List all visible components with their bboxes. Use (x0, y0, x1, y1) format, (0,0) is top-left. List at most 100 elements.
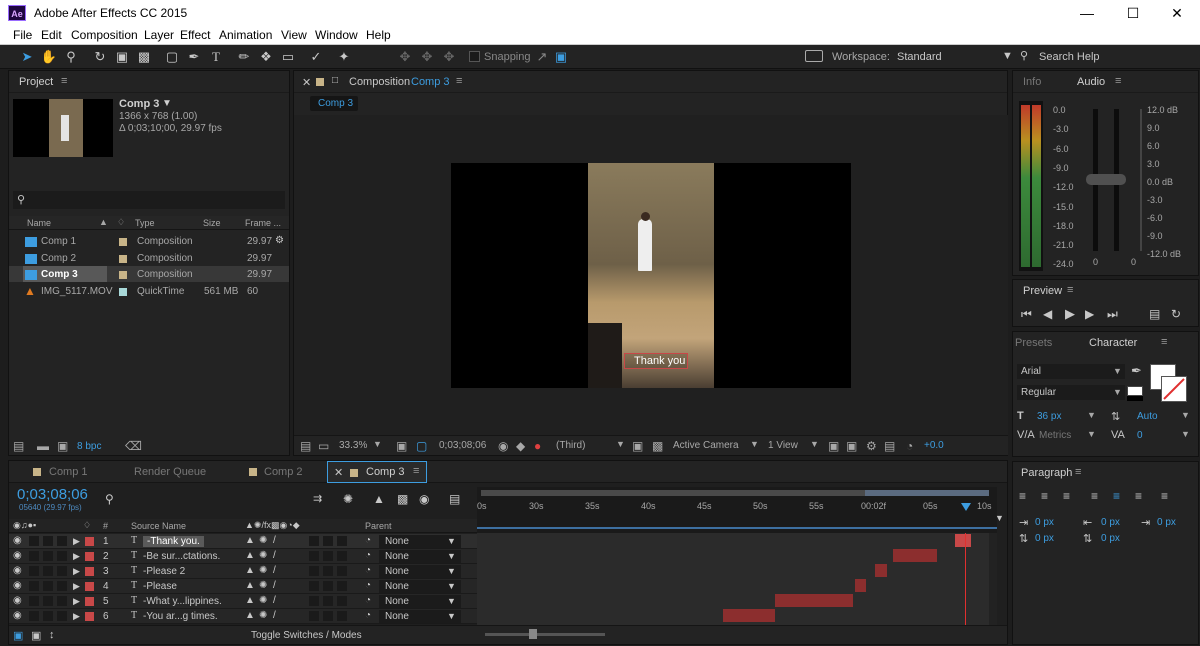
font-family-dropdown[interactable]: Arial ▼ (1017, 364, 1125, 379)
parent-dropdown[interactable]: None ▼ (379, 550, 461, 563)
volume-slider-handle[interactable] (1086, 174, 1126, 185)
menu-effect[interactable]: Effect (180, 28, 210, 42)
pan-behind-tool-icon[interactable]: ▩ (135, 48, 153, 66)
collapse-switch-icon[interactable]: ✺ (259, 550, 267, 561)
solo-toggle[interactable] (43, 551, 53, 561)
lock-toggle[interactable] (57, 551, 67, 561)
audio-toggle[interactable] (29, 611, 39, 621)
zoom-level[interactable]: 33.3% (339, 440, 367, 451)
leading-dropdown-icon[interactable]: ▼ (1181, 410, 1190, 420)
visibility-eye-icon[interactable]: ◉ (13, 610, 22, 621)
layer-label-color[interactable] (85, 582, 94, 591)
workspace-dropdown-icon[interactable]: ▼ (1002, 50, 1013, 62)
pickwhip-icon[interactable]: ◔ (365, 535, 371, 546)
lock-toggle[interactable] (57, 611, 67, 621)
parent-dropdown[interactable]: None ▼ (379, 565, 461, 578)
menu-edit[interactable]: Edit (41, 28, 62, 42)
rotate-tool-icon[interactable]: ↻ (91, 48, 109, 66)
flowchart-icon[interactable]: ⚙ (275, 235, 284, 246)
align-center-icon[interactable]: ≡ (1041, 489, 1048, 503)
region-icon[interactable]: ▭ (318, 439, 329, 453)
layer-name[interactable]: -What y...lippines. (143, 596, 222, 607)
parent-dropdown[interactable]: None ▼ (379, 535, 461, 548)
zoom-slider-track[interactable] (485, 633, 605, 636)
kerning-value[interactable]: Metrics (1039, 430, 1071, 441)
indent-left-value[interactable]: 0 px (1035, 517, 1054, 528)
switch-box[interactable] (309, 551, 319, 561)
collapse-switch-icon[interactable]: ✺ (259, 580, 267, 591)
roto-brush-tool-icon[interactable]: ✓ (307, 48, 325, 66)
switch-box[interactable] (309, 611, 319, 621)
snap-features-icon[interactable]: ▣ (552, 48, 570, 66)
layer-duration-bar[interactable] (723, 609, 775, 622)
parent-dropdown[interactable]: None ▼ (379, 595, 461, 608)
layer-name[interactable]: -Please 2 (143, 566, 185, 577)
show-snapshot-icon[interactable]: ◆ (516, 439, 525, 453)
eraser-tool-icon[interactable]: ▭ (279, 48, 297, 66)
quality-switch-icon[interactable]: / (273, 580, 276, 591)
camera-dropdown-icon[interactable]: ▼ (750, 439, 759, 449)
audio-toggle[interactable] (29, 551, 39, 561)
shy-switch-icon[interactable]: ▲ (245, 535, 255, 546)
tab-comp-2[interactable]: Comp 2 (264, 466, 303, 478)
loop-icon[interactable]: ↻ (1171, 307, 1181, 321)
timeline-menu-icon[interactable]: ≡ (413, 465, 419, 477)
lock-icon[interactable]: □ (332, 75, 338, 86)
workspace-icon[interactable] (805, 50, 823, 62)
project-item[interactable]: ▲ IMG_5117.MOV QuickTime 561 MB 60 (9, 283, 289, 299)
view-axis-icon[interactable]: ✥ (440, 48, 458, 66)
white-swatch[interactable] (1127, 386, 1143, 396)
parent-dropdown[interactable]: None ▼ (379, 610, 461, 623)
new-comp-icon[interactable]: ▣ (57, 439, 68, 453)
layer-duration-bar[interactable] (893, 549, 937, 562)
justify-last-center-icon[interactable]: ≡ (1113, 489, 1120, 503)
audio-toggle[interactable] (29, 581, 39, 591)
composition-menu-icon[interactable]: ≡ (456, 75, 462, 87)
col-size[interactable]: Size (203, 218, 221, 228)
switch-box[interactable] (323, 611, 333, 621)
expand-layer-icon[interactable]: ▶ (73, 581, 80, 592)
justify-last-left-icon[interactable]: ≡ (1091, 489, 1098, 503)
zoom-tool-icon[interactable]: ⚲ (62, 48, 80, 66)
layer-label-color[interactable] (85, 537, 94, 546)
collapse-switch-icon[interactable]: ✺ (259, 565, 267, 576)
trash-icon[interactable]: ⌫ (125, 439, 142, 453)
kerning-dropdown-icon[interactable]: ▼ (1087, 429, 1096, 439)
solo-toggle[interactable] (43, 596, 53, 606)
type-tool-icon[interactable]: T (207, 48, 225, 66)
zoom-slider-handle[interactable] (529, 629, 537, 639)
info-tab[interactable]: Info (1023, 76, 1041, 88)
layer-row[interactable]: ◉ ▶ 2 T -Be sur...ctations. ▲ ✺ / ◔ None ▼ (9, 549, 477, 564)
quality-switch-icon[interactable]: / (273, 535, 276, 546)
search-help-input[interactable]: Search Help (1039, 51, 1100, 63)
comp-viewer[interactable]: Thank you (294, 115, 1008, 435)
layer-label-color[interactable] (85, 552, 94, 561)
pickwhip-icon[interactable]: ◔ (365, 595, 371, 606)
menu-animation[interactable]: Animation (219, 28, 272, 42)
puppet-tool-icon[interactable]: ✦ (335, 48, 353, 66)
view-layout-dropdown[interactable]: 1 View (768, 440, 798, 451)
expand-layer-switches-icon[interactable]: ▣ (13, 629, 23, 642)
character-menu-icon[interactable]: ≡ (1161, 336, 1167, 348)
new-folder-icon[interactable]: ▬ (37, 439, 49, 453)
comp-mini-flowchart-icon[interactable]: ⇉ (313, 492, 322, 505)
close-tab-icon[interactable]: ✕ (302, 76, 311, 89)
switch-box[interactable] (323, 551, 333, 561)
resolution-dropdown-icon[interactable]: ▼ (616, 439, 625, 449)
black-swatch[interactable] (1127, 396, 1143, 401)
lock-toggle[interactable] (57, 581, 67, 591)
col-type[interactable]: Type (135, 218, 155, 228)
menu-view[interactable]: View (281, 28, 307, 42)
shy-switch-icon[interactable]: ▲ (245, 610, 255, 621)
pickwhip-icon[interactable]: ◔ (365, 565, 371, 576)
project-item[interactable]: Comp 1 Composition 29.97 ⚙ (9, 233, 289, 249)
expand-transfer-controls-icon[interactable]: ▣ (31, 629, 41, 642)
col-source-name[interactable]: Source Name (131, 521, 186, 531)
switch-box[interactable] (337, 566, 347, 576)
bit-depth[interactable]: 8 bpc (77, 441, 101, 452)
layer-row[interactable]: ◉ ▶ 5 T -What y...lippines. ▲ ✺ / ◔ None ▼ (9, 594, 477, 609)
menu-composition[interactable]: Composition (71, 28, 138, 42)
visibility-eye-icon[interactable]: ◉ (13, 535, 22, 546)
visibility-eye-icon[interactable]: ◉ (13, 580, 22, 591)
expand-in-out-icon[interactable]: ↕ (49, 629, 55, 641)
